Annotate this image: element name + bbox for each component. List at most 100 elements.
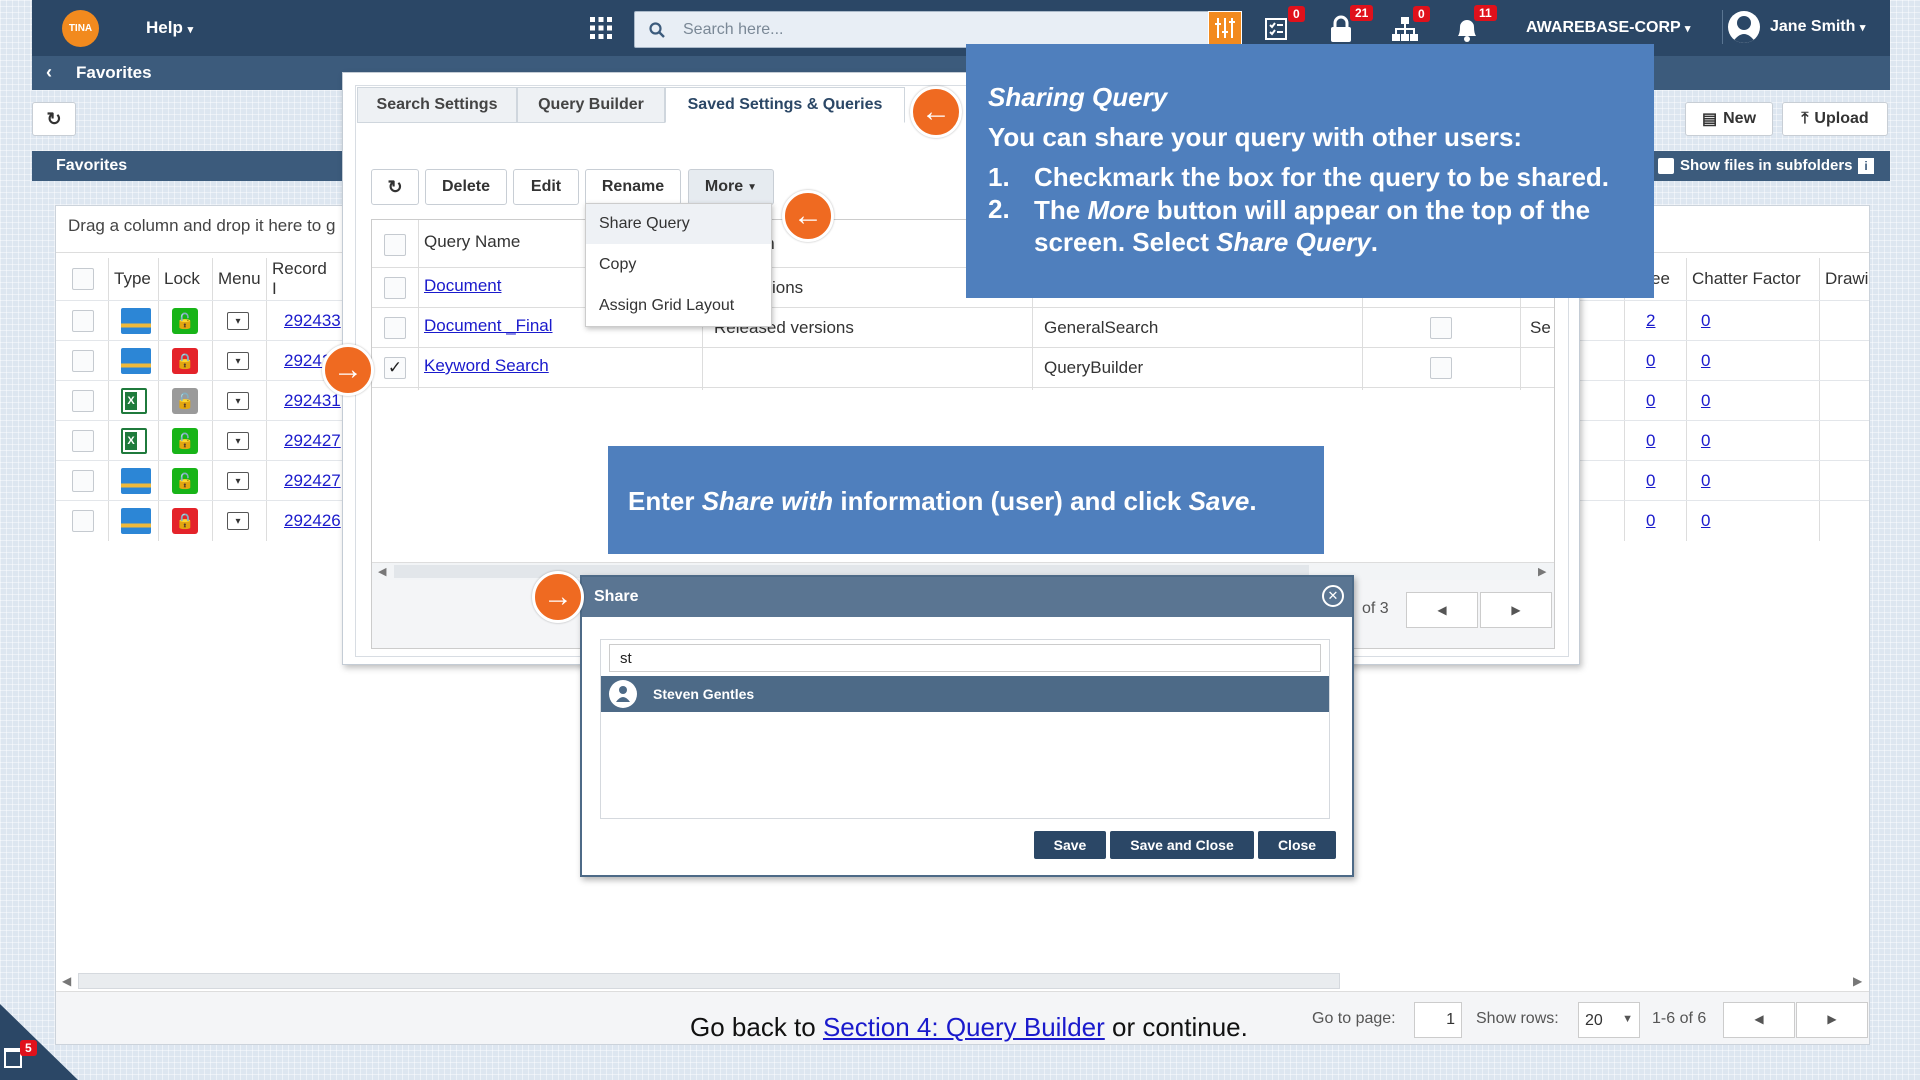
chatter-factor-link[interactable]: 0 [1701,511,1710,531]
ee-count-link[interactable]: 0 [1646,431,1655,451]
row-checkbox[interactable] [72,470,94,492]
query-row[interactable]: Document _Final Released versions GeneralS… [372,308,1554,348]
record-id-link[interactable]: 292427 [284,471,341,491]
unlocked-icon[interactable]: 🔓 [172,428,198,454]
shared-checkbox[interactable] [1430,357,1452,379]
tab-search-settings[interactable]: Search Settings [357,87,517,123]
global-search-bar[interactable]: Search here... [634,11,1214,48]
column-header-type[interactable]: Type [108,258,158,300]
column-header-drawing[interactable]: Drawi [1819,258,1869,300]
scroll-left-icon[interactable]: ◀ [62,974,71,988]
upload-button[interactable]: ⤒ Upload [1782,102,1888,136]
chatter-factor-link[interactable]: 0 [1701,431,1710,451]
refresh-queries-button[interactable]: ↻ [371,169,419,205]
trash-corner[interactable] [0,1004,78,1080]
subfolders-checkbox[interactable] [1658,158,1674,174]
tab-query-builder[interactable]: Query Builder [517,87,665,123]
ee-count-link[interactable]: 0 [1646,471,1655,491]
query-row[interactable]: ✓ Keyword Search QueryBuilder [372,348,1554,388]
unlocked-icon[interactable]: 🔓 [172,468,198,494]
record-id-link[interactable]: 292431 [284,391,341,411]
record-id-link[interactable]: 292433 [284,311,341,331]
rows-select[interactable]: 20 ▼ [1578,1002,1640,1038]
query-checkbox[interactable] [384,317,406,339]
ee-count-link[interactable]: 0 [1646,351,1655,371]
scroll-right-icon[interactable]: ▶ [1853,974,1862,988]
app-logo[interactable]: TINA [62,10,99,47]
chatter-factor-link[interactable]: 0 [1701,471,1710,491]
close-button[interactable]: Close [1258,831,1336,859]
save-and-close-button[interactable]: Save and Close [1110,831,1254,859]
horizontal-scrollbar[interactable] [78,973,1340,989]
section-4-link[interactable]: Section 4: Query Builder [823,1012,1105,1042]
apps-grid-icon[interactable] [589,16,613,40]
column-header-chatter-factor[interactable]: Chatter Factor [1686,258,1819,300]
user-menu[interactable]: Jane Smith ▾ [1770,18,1865,36]
unlocked-icon[interactable]: 🔓 [172,308,198,334]
refresh-button[interactable]: ↻ [32,102,76,136]
row-menu-icon[interactable]: ▾ [227,472,249,490]
back-chevron-icon[interactable]: ‹ [46,62,52,83]
column-header-query-name[interactable]: Query Name [424,232,521,252]
tasks-icon[interactable]: 0 [1264,6,1305,46]
select-all-checkbox[interactable] [72,268,94,290]
row-menu-icon[interactable]: ▾ [227,312,249,330]
column-header-menu[interactable]: Menu [212,258,266,300]
close-icon[interactable]: ✕ [1322,585,1344,607]
more-button[interactable]: More ▼ [688,169,774,205]
page-input[interactable]: 1 [1414,1002,1462,1038]
breadcrumb[interactable]: Favorites [76,63,152,83]
new-button[interactable]: ▤ New [1685,102,1773,136]
ee-count-link[interactable]: 0 [1646,391,1655,411]
tab-saved-settings-queries[interactable]: Saved Settings & Queries [665,87,905,123]
bell-icon[interactable]: 11 [1454,5,1497,45]
row-checkbox[interactable] [72,510,94,532]
row-menu-icon[interactable]: ▾ [227,512,249,530]
record-id-link[interactable]: 292427 [284,431,341,451]
ee-count-link[interactable]: 2 [1646,311,1655,331]
query-name-link[interactable]: Document [424,276,501,296]
user-suggestion[interactable]: Steven Gentles [601,676,1329,712]
menu-item-copy[interactable]: Copy [586,245,771,285]
row-checkbox[interactable] [72,430,94,452]
unlocked-icon[interactable]: 🔓 [172,388,198,414]
help-menu[interactable]: Help ▾ [146,18,193,38]
shared-checkbox[interactable] [1430,317,1452,339]
ee-count-link[interactable]: 0 [1646,511,1655,531]
share-with-input[interactable]: st [609,644,1321,672]
hierarchy-icon[interactable]: 0 [1391,6,1430,46]
organization-menu[interactable]: AWAREBASE-CORP ▾ [1526,19,1690,37]
query-checkbox[interactable]: ✓ [384,357,406,379]
row-menu-icon[interactable]: ▾ [227,432,249,450]
query-name-link[interactable]: Document _Final [424,316,553,336]
prev-page-button[interactable]: ◀ [1723,1002,1795,1038]
row-checkbox[interactable] [72,310,94,332]
row-menu-icon[interactable]: ▾ [227,392,249,410]
menu-item-share-query[interactable]: Share Query [586,204,771,244]
chatter-factor-link[interactable]: 0 [1701,311,1710,331]
query-name-link[interactable]: Keyword Search [424,356,549,376]
next-page-button[interactable]: ▶ [1796,1002,1868,1038]
column-header-record[interactable]: Record I [266,258,336,300]
scroll-left-icon[interactable]: ◀ [378,565,386,578]
row-checkbox[interactable] [72,350,94,372]
record-id-link[interactable]: 292426 [284,511,341,531]
column-header-lock[interactable]: Lock [158,258,212,300]
chatter-factor-link[interactable]: 0 [1701,351,1710,371]
lock-icon[interactable]: 21 [1328,5,1374,45]
menu-item-assign-grid-layout[interactable]: Assign Grid Layout [586,286,771,326]
rename-button[interactable]: Rename [585,169,681,205]
locked-icon[interactable]: 🔒 [172,348,198,374]
query-checkbox[interactable] [384,277,406,299]
locked-icon[interactable]: 🔒 [172,508,198,534]
edit-button[interactable]: Edit [513,169,579,205]
row-checkbox[interactable] [72,390,94,412]
filter-settings-icon[interactable] [1208,11,1242,45]
queries-next-button[interactable]: ▶ [1480,592,1552,628]
scroll-right-icon[interactable]: ▶ [1538,565,1546,578]
queries-prev-button[interactable]: ◀ [1406,592,1478,628]
save-button[interactable]: Save [1034,831,1106,859]
delete-button[interactable]: Delete [425,169,507,205]
chatter-factor-link[interactable]: 0 [1701,391,1710,411]
user-avatar[interactable] [1728,11,1760,43]
